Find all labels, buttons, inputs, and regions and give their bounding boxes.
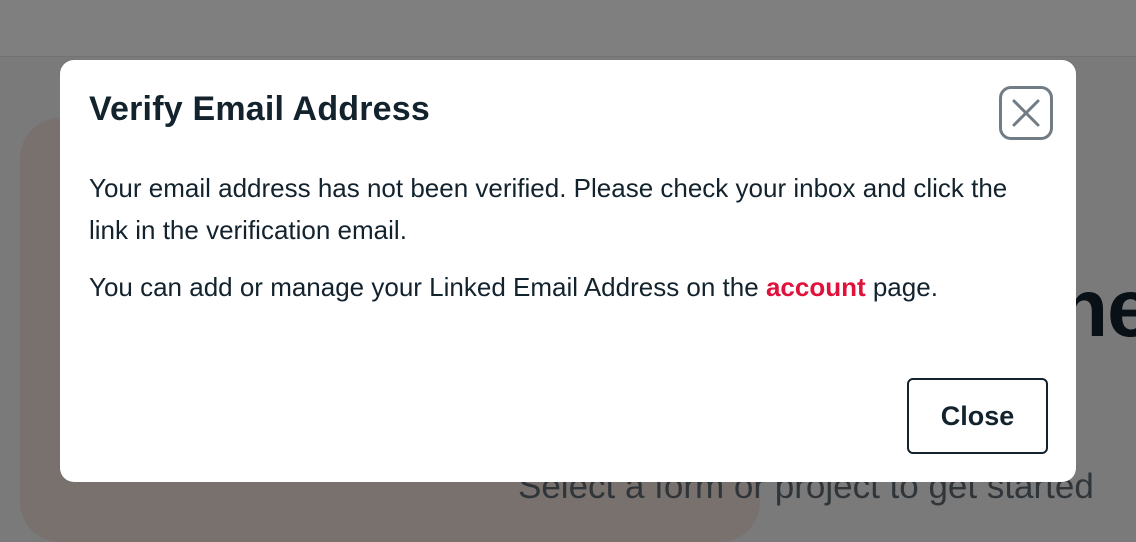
verify-email-dialog: Verify Email Address Your email address …	[60, 60, 1076, 482]
linked-email-text-before: You can add or manage your Linked Email …	[89, 272, 766, 302]
close-button[interactable]: Close	[907, 378, 1048, 454]
dialog-title: Verify Email Address	[89, 90, 431, 128]
dialog-close-icon-button[interactable]	[999, 86, 1053, 140]
linked-email-message: You can add or manage your Linked Email …	[89, 266, 1049, 308]
app-page: ne Select a form or project to get start…	[0, 0, 1136, 542]
linked-email-text-after: page.	[865, 272, 938, 302]
verification-message: Your email address has not been verified…	[89, 173, 1008, 245]
account-link[interactable]: account	[766, 272, 866, 302]
close-x-icon	[1012, 99, 1040, 127]
dialog-body: Your email address has not been verified…	[89, 167, 1049, 308]
